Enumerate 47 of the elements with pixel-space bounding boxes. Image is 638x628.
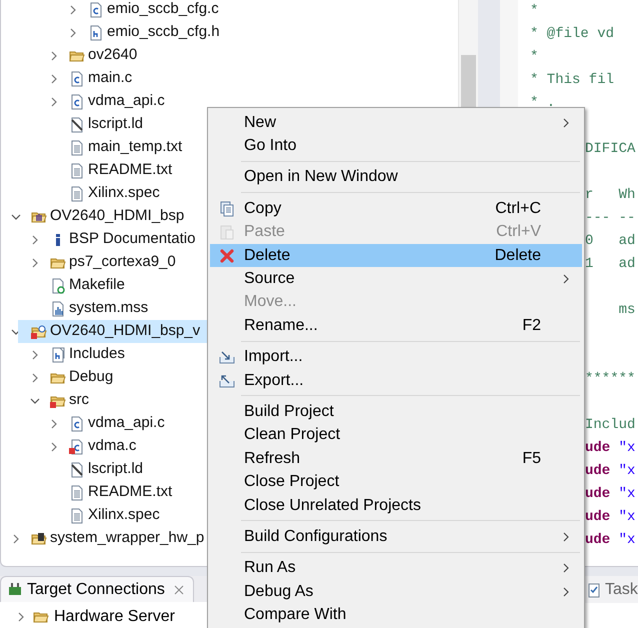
code-line: Includ xyxy=(585,417,636,433)
tree-item-label: Includes xyxy=(69,344,125,364)
tree-item-label: vdma_api.c xyxy=(88,413,165,434)
tree-item-label: OV2640_HDMI_bsp xyxy=(50,206,184,226)
tree-item-label: emio_sccb_cfg.h xyxy=(107,22,220,42)
code-line: * . xyxy=(530,95,556,111)
code-line: --- -- xyxy=(585,210,636,226)
code-line: ms xyxy=(618,302,636,318)
tree-item-label: src xyxy=(69,390,89,410)
code-line: * @file vd xyxy=(530,26,614,42)
tree-item-label: system.mss xyxy=(69,298,148,318)
shortcut-label: F2 xyxy=(522,316,541,336)
tree-item-label: system_wrapper_hw_p xyxy=(50,528,204,548)
code-line: 1 ad xyxy=(585,256,636,272)
tree-item-label: Xilinx.spec xyxy=(88,505,160,526)
tree-item-label: lscript.ld xyxy=(88,459,144,480)
tree-item-label: ps7_cortexa9_0 xyxy=(69,252,176,272)
tree-item-label: README.txt xyxy=(88,482,172,502)
tree-item-label: vdma.c xyxy=(88,436,136,456)
tree-item-label: README.txt xyxy=(88,160,172,180)
shortcut-label: F5 xyxy=(522,448,541,469)
tree-item-label: Makefile xyxy=(69,275,125,296)
tree-item-label: OV2640_HDMI_bsp_v xyxy=(50,321,200,342)
shortcut-label: Ctrl+V xyxy=(496,222,541,242)
tree-item-label: ov2640 xyxy=(88,45,138,66)
tree-item-label: emio_sccb_cfg.c xyxy=(107,0,219,20)
code-line: * xyxy=(530,3,538,19)
code-line: 0 ad xyxy=(585,233,636,249)
code-line: ****** xyxy=(585,371,636,387)
tree-item-label: BSP Documentatio xyxy=(69,229,196,250)
code-line: ude "x xyxy=(585,486,636,502)
shortcut-label: Ctrl+C xyxy=(495,198,541,219)
tree-item-label: main_temp.txt xyxy=(88,137,182,158)
tree-item-label: Xilinx.spec xyxy=(88,183,160,204)
code-line: * This fil xyxy=(530,72,614,88)
tree-item-label: vdma_api.c xyxy=(88,91,165,112)
code-line: r Wh xyxy=(585,187,636,203)
code-line: ude "x xyxy=(585,440,636,456)
code-line: DIFICA xyxy=(585,141,636,157)
tree-item-label: Debug xyxy=(69,367,114,388)
code-line: ude "x xyxy=(585,532,636,548)
code-line: * xyxy=(530,49,538,65)
code-line: ude "x xyxy=(585,463,636,479)
shortcut-label: Delete xyxy=(494,246,541,266)
tree-item-label: lscript.ld xyxy=(88,114,144,134)
tree-item-label: main.c xyxy=(88,68,132,88)
code-line: ude "x xyxy=(585,509,636,525)
